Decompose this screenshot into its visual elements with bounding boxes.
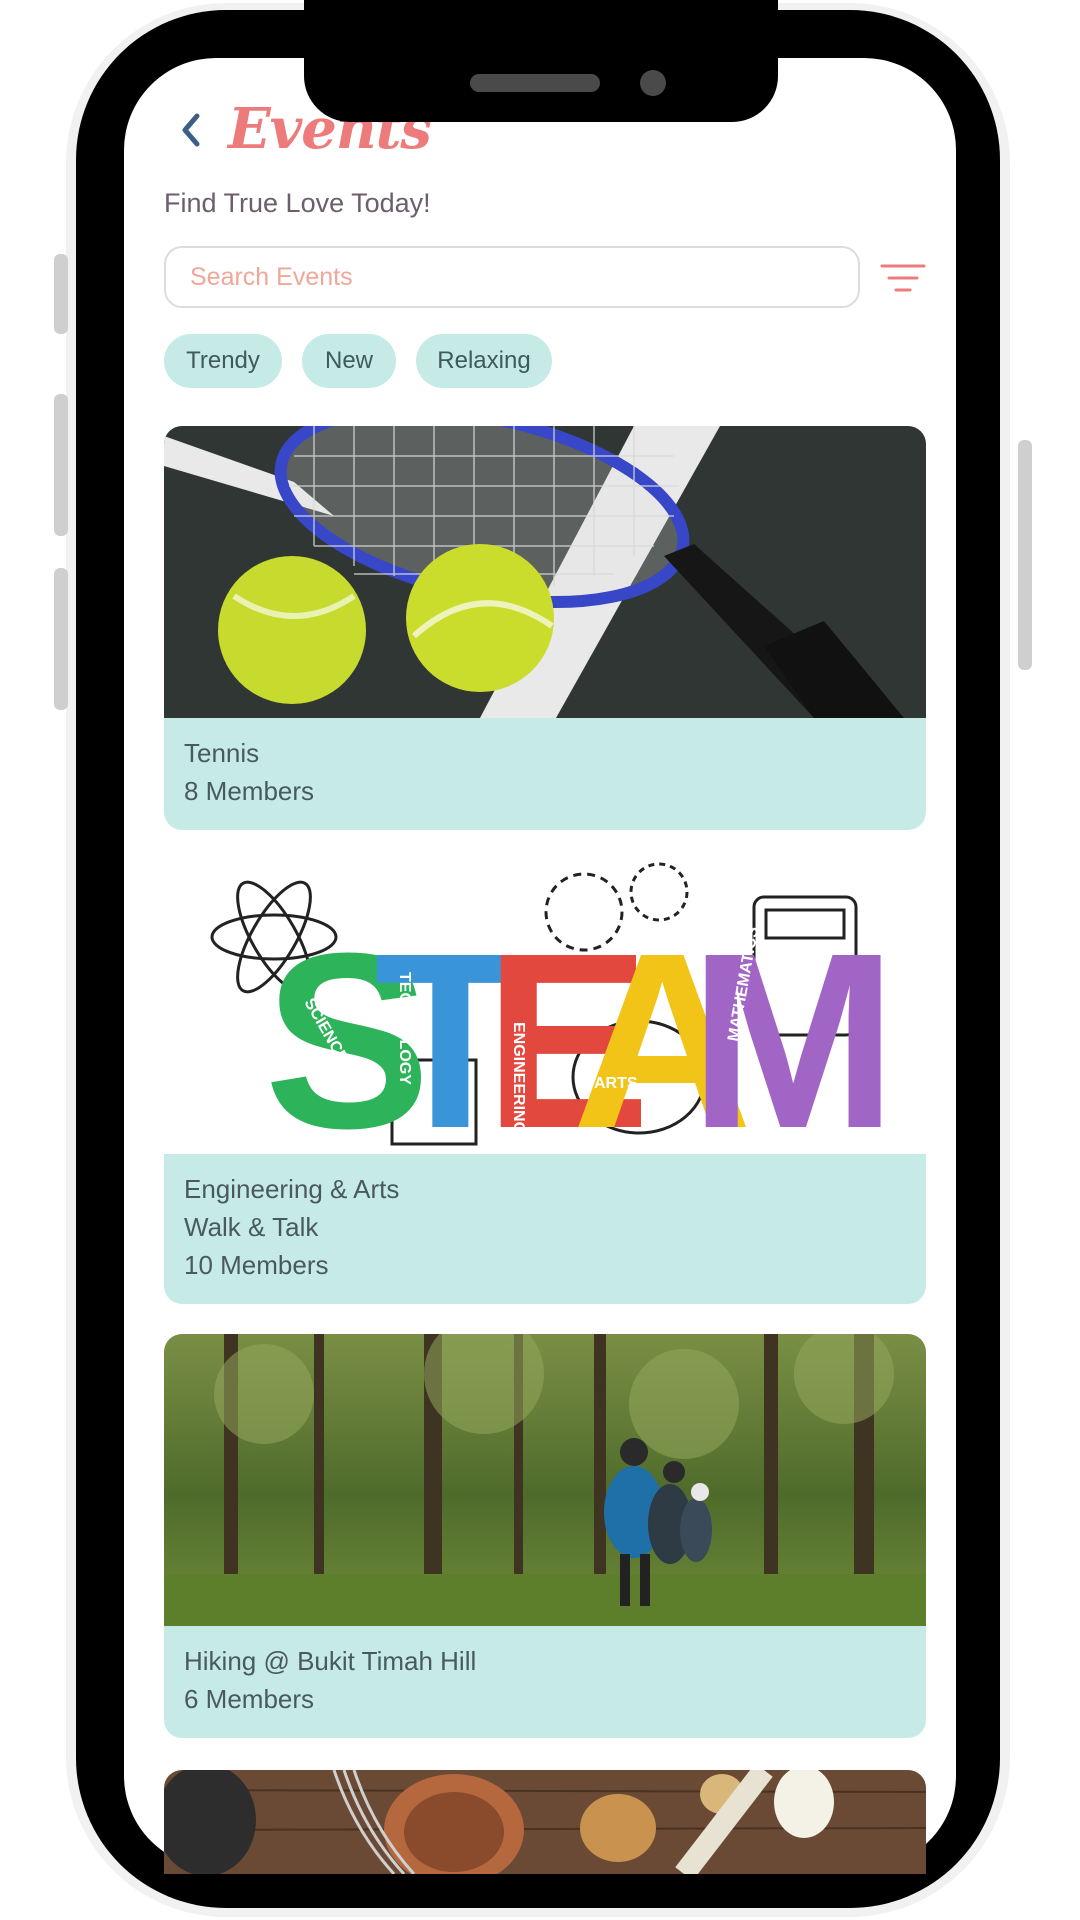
- event-members: 8 Members: [184, 776, 315, 806]
- steam-word-engineering: ENGINEERING: [510, 1022, 527, 1134]
- search-box[interactable]: [164, 246, 860, 308]
- event-image-tennis: [164, 426, 926, 718]
- event-title: Hiking @ Bukit Timah Hill: [184, 1646, 477, 1676]
- chip-new[interactable]: New: [302, 334, 396, 388]
- camera-icon: [640, 70, 666, 96]
- event-card-cooking[interactable]: [164, 1770, 926, 1874]
- volume-up-button: [54, 394, 68, 536]
- volume-down-button: [54, 568, 68, 710]
- event-title: Engineering & Arts: [184, 1174, 400, 1204]
- event-title: Tennis: [184, 738, 260, 768]
- event-card-engineering-arts[interactable]: S T E A M SCIENCE TECHNOLOGY ENGINEERING…: [164, 862, 926, 1304]
- event-image-steam: S T E A M SCIENCE TECHNOLOGY ENGINEERING…: [164, 862, 926, 1154]
- chip-relaxing[interactable]: Relaxing: [416, 334, 552, 388]
- steam-letter-m: M: [689, 901, 897, 1154]
- event-info: Engineering & Arts Walk & Talk 10 Member…: [164, 1154, 926, 1304]
- chip-trendy[interactable]: Trendy: [164, 334, 282, 388]
- steam-word-technology: TECHNOLOGY: [396, 972, 413, 1085]
- search-input[interactable]: [166, 248, 858, 306]
- speaker-icon: [470, 74, 600, 92]
- event-info: Hiking @ Bukit Timah Hill 6 Members: [164, 1626, 926, 1738]
- chevron-left-icon: [182, 113, 200, 147]
- event-info: Tennis 8 Members: [164, 718, 926, 830]
- event-image-kitchen: [164, 1770, 926, 1874]
- filter-button[interactable]: [880, 262, 926, 294]
- event-members: 6 Members: [184, 1684, 315, 1714]
- phone-notch: [304, 0, 778, 122]
- event-image-hiking: [164, 1334, 926, 1626]
- filter-icon: [880, 264, 926, 292]
- event-card-hiking[interactable]: Hiking @ Bukit Timah Hill 6 Members: [164, 1334, 926, 1738]
- event-card-tennis[interactable]: Tennis 8 Members: [164, 426, 926, 830]
- event-members: 10 Members: [184, 1250, 329, 1280]
- page-subtitle: Find True Love Today!: [164, 188, 431, 218]
- back-button[interactable]: [174, 110, 208, 150]
- silent-switch: [54, 254, 68, 334]
- steam-word-arts: ARTS: [594, 1075, 638, 1092]
- event-subtitle: Walk & Talk: [184, 1212, 319, 1242]
- power-button: [1018, 440, 1032, 670]
